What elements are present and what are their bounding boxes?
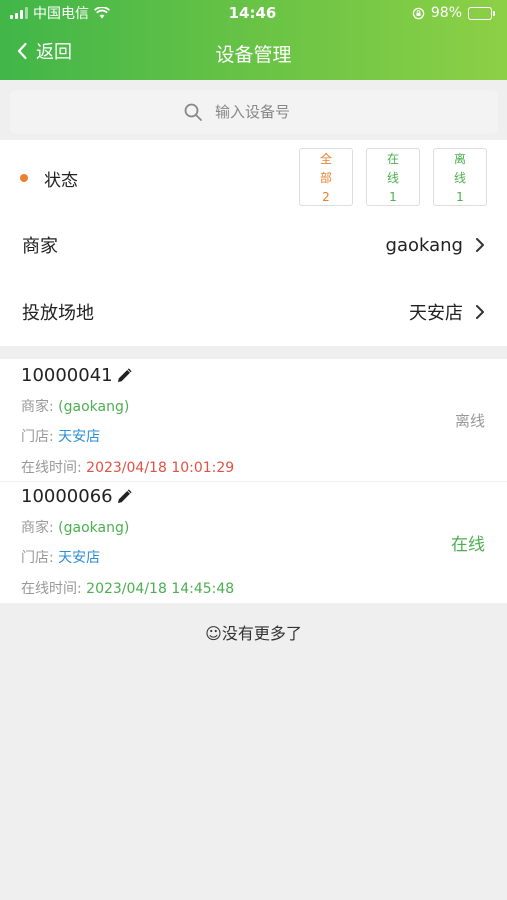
status-filter-row: 状态 全 部 2 在 线 1 离 线 1 xyxy=(0,140,507,214)
clock: 14:46 xyxy=(228,4,277,22)
merchant-line-label: 商家: xyxy=(21,520,54,536)
search-bar[interactable] xyxy=(10,90,498,134)
filter-offline-count: 1 xyxy=(456,190,464,204)
store-line-label: 门店: xyxy=(21,429,54,445)
chevron-left-icon xyxy=(17,42,27,60)
pencil-icon[interactable] xyxy=(115,488,133,506)
status-dot xyxy=(20,174,28,182)
page-title: 设备管理 xyxy=(215,43,292,66)
merchant-line-label: 商家: xyxy=(21,399,54,415)
search-icon xyxy=(184,103,202,121)
store-line: 门店: 天安店 xyxy=(21,426,100,446)
venue-label: 投放场地 xyxy=(22,303,94,324)
merchant-line-value: (gaokang) xyxy=(58,399,130,415)
orientation-lock-icon xyxy=(412,7,425,19)
chevron-right-icon xyxy=(476,238,484,252)
merchant-selector[interactable]: 商家 gaokang xyxy=(0,212,507,278)
filter-all-char1: 全 xyxy=(319,152,332,166)
store-line-value: 天安店 xyxy=(58,550,101,566)
no-more-text: 没有更多了 xyxy=(221,624,302,643)
wifi-icon xyxy=(94,7,110,19)
smile-icon: ☺ xyxy=(205,624,222,643)
search-input[interactable] xyxy=(215,103,325,121)
filter-all-button[interactable]: 全 部 2 xyxy=(299,148,353,206)
online-time-line: 在线时间: 2023/04/18 14:45:48 xyxy=(21,578,234,598)
device-id-text: 10000041 xyxy=(21,365,113,386)
store-line: 门店: 天安店 xyxy=(21,547,100,567)
device-id-text: 10000066 xyxy=(21,486,113,507)
filter-online-count: 1 xyxy=(389,190,397,204)
pencil-icon[interactable] xyxy=(115,367,133,385)
carrier-label: 中国电信 xyxy=(33,6,89,22)
filter-online-button[interactable]: 在 线 1 xyxy=(366,148,420,206)
online-time-label: 在线时间: xyxy=(21,460,82,476)
filter-online-char2: 线 xyxy=(386,171,399,185)
battery-percent: 98% xyxy=(430,5,462,21)
store-line-label: 门店: xyxy=(21,550,54,566)
venue-value: 天安店 xyxy=(409,303,463,324)
merchant-line: 商家: (gaokang) xyxy=(21,517,129,537)
filter-all-count: 2 xyxy=(322,190,330,204)
merchant-label: 商家 xyxy=(22,236,58,257)
online-time-value: 2023/04/18 14:45:48 xyxy=(86,581,235,597)
app-header: 中国电信 14:46 98% 返回 设备管理 xyxy=(0,0,507,80)
online-time-label: 在线时间: xyxy=(21,581,82,597)
merchant-line-value: (gaokang) xyxy=(58,520,130,536)
device-card[interactable]: 10000041 商家: (gaokang) 门店: 天安店 在线时间: 202… xyxy=(0,359,507,482)
back-label: 返回 xyxy=(36,42,72,63)
merchant-line: 商家: (gaokang) xyxy=(21,396,129,416)
device-id: 10000041 xyxy=(21,365,133,386)
no-more-footer: ☺没有更多了 xyxy=(0,620,507,644)
status-label: 状态 xyxy=(44,171,78,191)
filter-offline-char2: 线 xyxy=(453,171,466,185)
online-time-line: 在线时间: 2023/04/18 10:01:29 xyxy=(21,457,234,477)
filter-all-char2: 部 xyxy=(319,171,332,185)
device-list: 10000041 商家: (gaokang) 门店: 天安店 在线时间: 202… xyxy=(0,359,507,603)
device-card[interactable]: 10000066 商家: (gaokang) 门店: 天安店 在线时间: 202… xyxy=(0,481,507,603)
back-button[interactable]: 返回 xyxy=(16,38,72,64)
status-bar: 中国电信 14:46 98% xyxy=(0,0,507,26)
merchant-value: gaokang xyxy=(385,234,463,256)
venue-selector[interactable]: 投放场地 天安店 xyxy=(0,279,507,345)
signal-icon xyxy=(10,7,28,19)
device-id: 10000066 xyxy=(21,486,133,507)
filter-online-char1: 在 xyxy=(386,152,399,166)
filter-offline-button[interactable]: 离 线 1 xyxy=(433,148,487,206)
filter-offline-char1: 离 xyxy=(453,152,466,166)
status-badge: 离线 xyxy=(454,412,485,430)
chevron-right-icon xyxy=(476,305,484,319)
online-time-value: 2023/04/18 10:01:29 xyxy=(86,460,235,476)
status-badge: 在线 xyxy=(451,535,485,555)
store-line-value: 天安店 xyxy=(58,429,101,445)
battery-icon xyxy=(468,6,495,20)
nav-bar: 返回 设备管理 xyxy=(0,26,507,80)
